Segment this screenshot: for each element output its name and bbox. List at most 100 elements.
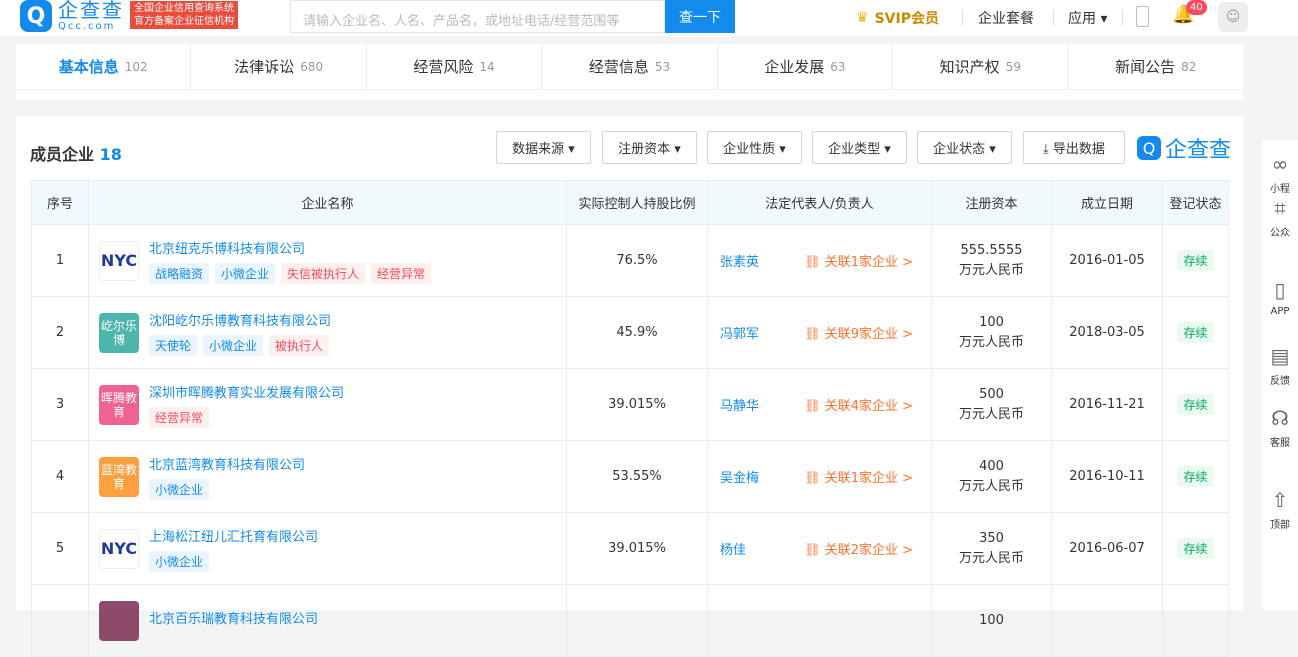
table-row[interactable]: 4 蓝湾教育 北京蓝湾教育科技有限公司 小微企业 53.55% 吴金梅 ⛓ 关联1家企业 >… — [31, 440, 1229, 513]
nav-enterprise-package[interactable]: 企业套餐 — [978, 8, 1034, 28]
sidebar-label: APP — [1270, 306, 1290, 317]
filter-company-status[interactable]: 企业状态 ▾ — [917, 131, 1012, 164]
relation-icon: ⛓ — [804, 399, 825, 414]
company-tag[interactable]: 战略融资 — [149, 262, 210, 284]
sidebar-mini-program[interactable]: ∞ 小程 — [1262, 152, 1298, 195]
company-tag[interactable]: 经营异常 — [371, 262, 432, 284]
filter-company-nature[interactable]: 企业性质 ▾ — [707, 131, 802, 164]
legal-rep-cell: 冯郭军 ⛓ 关联9家企业 > — [707, 296, 932, 369]
company-tag[interactable]: 失信被执行人 — [281, 262, 366, 284]
tab-count: 82 — [1181, 59, 1197, 74]
founded-date: 2016-06-07 — [1051, 512, 1163, 585]
export-data-button[interactable]: ⤓ 导出数据 — [1023, 131, 1125, 164]
link-icon: ∞ — [1271, 152, 1289, 176]
svip-link[interactable]: ♛ SVIP会员 — [856, 8, 939, 28]
company-tags: 天使轮 小微企业 被执行人 — [149, 334, 331, 356]
founded-date: 2016-11-21 — [1051, 368, 1163, 441]
sidebar-label: 顶部 — [1270, 520, 1290, 531]
company-tag[interactable]: 小微企业 — [203, 334, 264, 356]
tabs-spacer — [16, 90, 1243, 100]
col-header: 成立日期 — [1051, 180, 1163, 225]
related-companies-link[interactable]: ⛓ 关联2家企业 > — [804, 539, 913, 558]
logo[interactable]: Q 企查查 Qcc.com 全国企业信用查询系统 官方备案企业征信机构 — [20, 0, 238, 36]
tab-count: 680 — [300, 59, 324, 74]
col-header: 法定代表人/负责人 — [707, 180, 932, 225]
search-input[interactable]: 请输入企业名、人名、产品名，或地址电话/经营范围等 — [290, 0, 665, 33]
avatar[interactable]: ☺ — [1218, 2, 1248, 32]
company-tag[interactable]: 小微企业 — [149, 550, 210, 572]
company-name-link[interactable]: 上海松江纽儿汇托育有限公司 — [149, 526, 318, 545]
status-badge: 存续 — [1177, 538, 1214, 559]
company-cell: NYC 上海松江纽儿汇托育有限公司 小微企业 — [88, 512, 567, 585]
company-name-link[interactable]: 北京蓝湾教育科技有限公司 — [149, 454, 305, 473]
filter-company-type[interactable]: 企业类型 ▾ — [812, 131, 907, 164]
table-row[interactable]: 5 NYC 上海松江纽儿汇托育有限公司 小微企业 39.015% 杨佳 ⛓ 关联2家企业 >… — [31, 512, 1229, 585]
tab-news[interactable]: 新闻公告 82 — [1069, 44, 1243, 89]
nav-apps-dropdown[interactable]: 应用 ▾ — [1068, 8, 1107, 28]
section-tabs: 基本信息 102 法律诉讼 680 经营风险 14 经营信息 53 企业发展 63 知识产… — [16, 44, 1243, 90]
company-cell: 晖腾教育 深圳市晖腾教育实业发展有限公司 经营异常 — [88, 368, 567, 441]
status-cell: 存续 — [1162, 440, 1229, 513]
filter-registered-capital[interactable]: 注册资本 ▾ — [602, 131, 697, 164]
member-companies-table: 序号 企业名称 实际控制人持股比例 法定代表人/负责人 注册资本 成立日期 登记… — [31, 180, 1229, 657]
legal-rep-link[interactable]: 杨佳 — [708, 539, 746, 558]
company-cell: NYC 北京纽克乐博科技有限公司 战略融资 小微企业 失信被执行人 经营异常 — [88, 224, 567, 297]
related-companies-link[interactable]: ⛓ 关联1家企业 > — [804, 251, 913, 270]
holding-ratio: 39.015% — [566, 368, 708, 441]
legal-rep-cell: 吴金梅 ⛓ 关联1家企业 > — [707, 440, 932, 513]
founded-date — [1051, 584, 1163, 657]
sidebar-official-account[interactable]: ⌗ 公众 — [1262, 196, 1298, 239]
table-row[interactable]: 1 NYC 北京纽克乐博科技有限公司 战略融资 小微企业 失信被执行人 经营异常 76.5% 张… — [31, 224, 1229, 297]
row-number: 4 — [31, 440, 89, 513]
tab-legal[interactable]: 法律诉讼 680 — [191, 44, 367, 89]
legal-rep-link[interactable]: 马静华 — [708, 395, 759, 414]
tab-ip[interactable]: 知识产权 59 — [893, 44, 1069, 89]
sidebar-app[interactable]: ▯ APP — [1262, 278, 1298, 317]
company-tag[interactable]: 被执行人 — [269, 334, 330, 356]
company-name-link[interactable]: 沈阳屹尔乐博教育科技有限公司 — [149, 310, 331, 329]
status-cell: 存续 — [1162, 224, 1229, 297]
table-row[interactable]: 3 晖腾教育 深圳市晖腾教育实业发展有限公司 经营异常 39.015% 马静华 ⛓ 关联4家… — [31, 368, 1229, 441]
registered-capital: 100 万元人民币 — [931, 296, 1052, 369]
legal-rep-link[interactable]: 吴金梅 — [708, 467, 759, 486]
sidebar-customer-service[interactable]: ☊ 客服 — [1262, 406, 1298, 449]
legal-rep-link[interactable]: 冯郭军 — [708, 323, 759, 342]
legal-rep-link[interactable]: 张素英 — [708, 251, 759, 270]
top-bar: Q 企查查 Qcc.com 全国企业信用查询系统 官方备案企业征信机构 请输入企… — [0, 0, 1298, 36]
company-name-link[interactable]: 北京纽克乐博科技有限公司 — [149, 238, 431, 257]
related-companies-link[interactable]: ⛓ 关联9家企业 > — [804, 323, 913, 342]
panel-title: 成员企业 18 — [30, 141, 122, 165]
tab-operation[interactable]: 经营信息 53 — [542, 44, 718, 89]
related-companies-link[interactable]: ⛓ 关联1家企业 > — [804, 467, 913, 486]
filter-data-source[interactable]: 数据来源 ▾ — [496, 131, 591, 164]
founded-date: 2016-01-05 — [1051, 224, 1163, 297]
company-name-link[interactable]: 深圳市晖腾教育实业发展有限公司 — [149, 382, 344, 401]
company-tag[interactable]: 经营异常 — [149, 406, 210, 428]
tab-risk[interactable]: 经营风险 14 — [367, 44, 543, 89]
tab-basic-info[interactable]: 基本信息 102 — [16, 44, 192, 89]
status-badge: 存续 — [1177, 250, 1214, 271]
company-tag[interactable]: 天使轮 — [149, 334, 198, 356]
company-name-link[interactable]: 北京百乐瑞教育科技有限公司 — [149, 608, 318, 627]
tab-label: 企业发展 — [764, 58, 825, 76]
company-tag[interactable]: 小微企业 — [149, 478, 210, 500]
legal-rep-cell: 张素英 ⛓ 关联1家企业 > — [707, 224, 932, 297]
table-row[interactable]: 北京百乐瑞教育科技有限公司 100 — [31, 584, 1229, 657]
sidebar-back-to-top[interactable]: ⇧ 顶部 — [1262, 488, 1298, 531]
phone-icon[interactable] — [1136, 6, 1149, 27]
table-row[interactable]: 2 屹尔乐博 沈阳屹尔乐博教育科技有限公司 天使轮 小微企业 被执行人 45.9% 冯郭军 ⛓ … — [31, 296, 1229, 369]
tab-development[interactable]: 企业发展 63 — [718, 44, 894, 89]
brand-text: 企查查 — [1165, 138, 1232, 163]
status-cell: 存续 — [1162, 296, 1229, 369]
related-companies-link[interactable]: ⛓ 关联4家企业 > — [804, 395, 913, 414]
status-cell: 存续 — [1162, 368, 1229, 441]
tab-label: 经营信息 — [588, 58, 649, 76]
company-logo: 蓝湾教育 — [99, 456, 139, 497]
sidebar-feedback[interactable]: ▤ 反馈 — [1262, 344, 1298, 387]
tab-label: 法律诉讼 — [234, 58, 295, 76]
col-header: 注册资本 — [931, 180, 1052, 225]
company-cell: 北京百乐瑞教育科技有限公司 — [88, 584, 567, 657]
search-button[interactable]: 查一下 — [665, 0, 735, 33]
company-tag[interactable]: 小微企业 — [215, 262, 276, 284]
logo-mark-icon: Q — [20, 0, 52, 32]
